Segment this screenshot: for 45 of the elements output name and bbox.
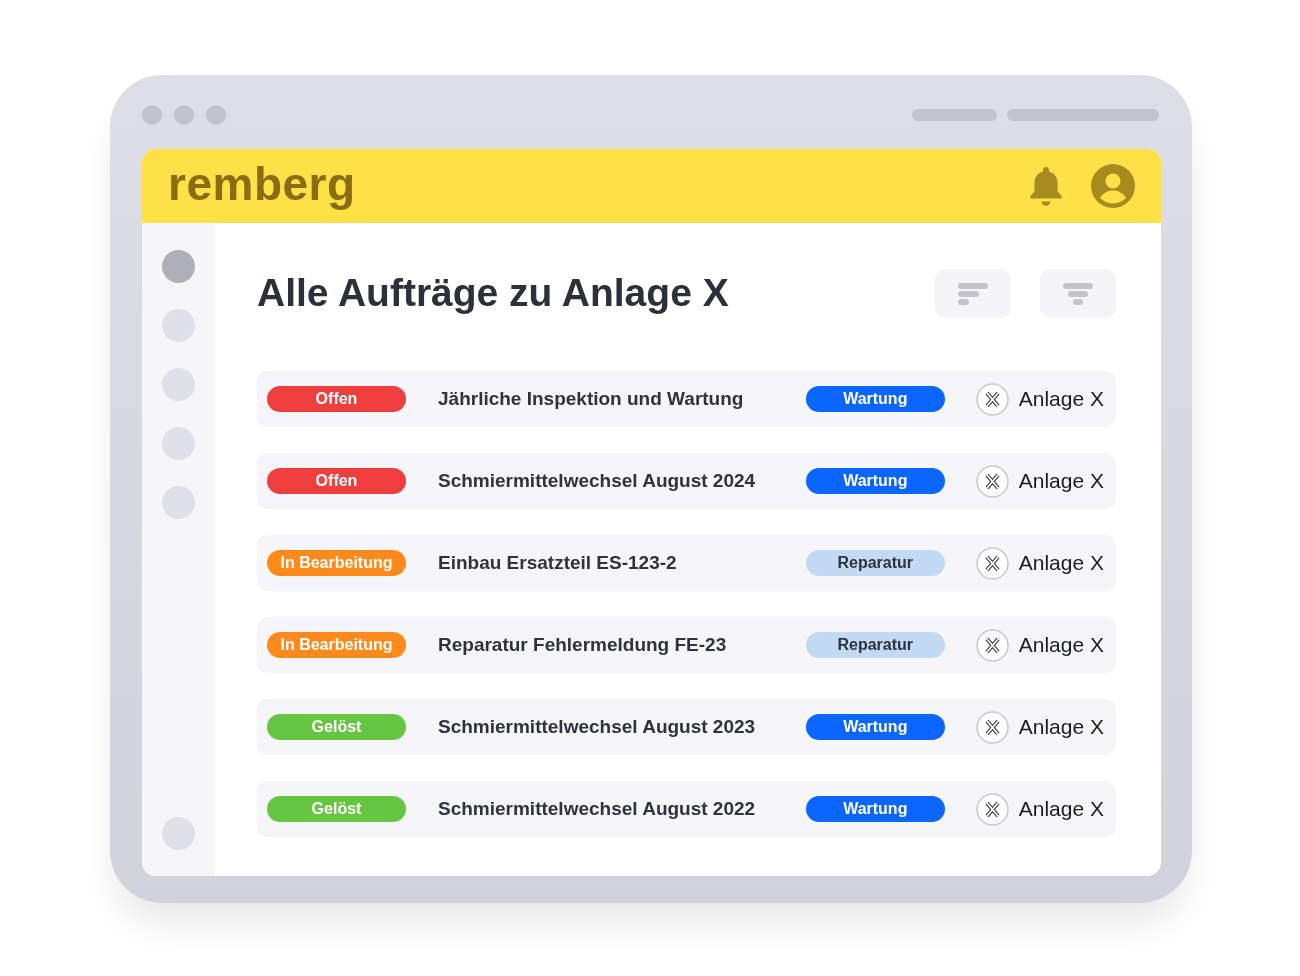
type-badge: Wartung: [805, 714, 945, 740]
status-badge: In Bearbeitung: [267, 550, 406, 576]
circled-x-icon: [975, 792, 1009, 826]
circled-x-icon: [975, 628, 1009, 662]
sort-icon: [958, 282, 988, 305]
order-row[interactable]: In Bearbeitung Einbau Ersatzteil ES-123-2 Reparatur Anlage X: [257, 535, 1116, 591]
bell-icon[interactable]: [1028, 165, 1064, 207]
type-badge: Wartung: [805, 386, 945, 412]
circled-x-icon: [975, 546, 1009, 580]
status-badge: Offen: [267, 468, 406, 494]
order-row[interactable]: Gelöst Schmiermittelwechsel August 2023 Wartung Anlage X: [257, 699, 1116, 755]
asset-name: Anlage X: [1018, 550, 1104, 577]
filter-icon: [1063, 282, 1093, 305]
order-title: Jährliche Inspektion und Wartung: [438, 386, 745, 411]
status-badge: Gelöst: [267, 714, 406, 740]
status-badge: Offen: [267, 386, 406, 412]
user-icon[interactable]: [1091, 164, 1135, 208]
type-badge: Reparatur: [805, 550, 945, 576]
status-badge: Gelöst: [267, 796, 406, 822]
type-badge: Reparatur: [805, 632, 945, 658]
filter-button[interactable]: [1040, 269, 1116, 318]
circled-x-icon: [975, 710, 1009, 744]
asset-name: Anlage X: [1018, 386, 1104, 413]
order-row[interactable]: In Bearbeitung Reparatur Fehlermeldung FE-23 Reparatur Anlage X: [257, 617, 1116, 673]
order-row[interactable]: Gelöst Schmiermittelwechsel August 2022 Wartung Anlage X: [257, 781, 1116, 837]
asset-name: Anlage X: [1018, 714, 1104, 741]
order-title: Reparatur Fehlermeldung FE-23: [438, 632, 728, 657]
circled-x-icon: [975, 464, 1009, 498]
order-row[interactable]: Offen Schmiermittelwechsel August 2024 Wartung Anlage X: [257, 453, 1116, 509]
status-badge: In Bearbeitung: [267, 632, 406, 658]
asset-name: Anlage X: [1018, 468, 1104, 495]
order-title: Einbau Ersatzteil ES-123-2: [438, 550, 678, 575]
nav-item-icon[interactable]: [162, 250, 195, 283]
order-title: Schmiermittelwechsel August 2022: [438, 796, 757, 821]
asset-name: Anlage X: [1018, 796, 1104, 823]
circled-x-icon: [975, 382, 1009, 416]
order-row[interactable]: Offen Jährliche Inspektion und Wartung Wartung Anlage X: [257, 371, 1116, 427]
logo[interactable]: remberg: [168, 161, 356, 211]
type-badge: Wartung: [805, 796, 945, 822]
type-badge: Wartung: [805, 468, 945, 494]
page-title: Alle Aufträge zu Anlage X: [257, 270, 729, 317]
sort-button[interactable]: [935, 269, 1011, 318]
order-title: Schmiermittelwechsel August 2023: [438, 714, 757, 739]
asset-name: Anlage X: [1018, 632, 1104, 659]
order-title: Schmiermittelwechsel August 2024: [438, 468, 757, 493]
